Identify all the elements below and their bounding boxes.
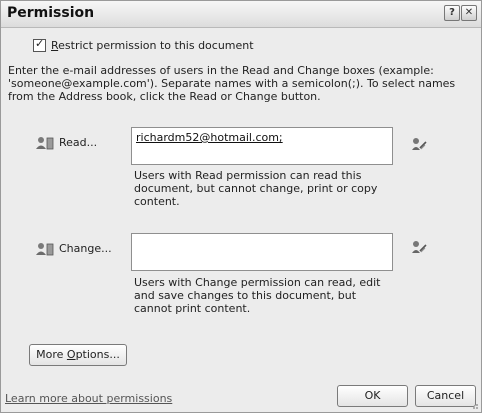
- restrict-permission-option[interactable]: ✓ Restrict permission to this document: [33, 36, 254, 52]
- change-address-book-icon[interactable]: [411, 240, 427, 254]
- read-permission-description: Users with Read permission can read this…: [134, 169, 378, 208]
- read-address-book-icon[interactable]: [411, 137, 427, 151]
- read-addresses-value: richardm52@hotmail.com;: [136, 131, 283, 144]
- read-person-icon[interactable]: [36, 136, 54, 150]
- change-addresses-input[interactable]: [131, 233, 393, 271]
- more-options-button[interactable]: More Options...: [29, 344, 127, 366]
- checkmark-icon: ✓: [35, 36, 45, 50]
- resize-grip-icon[interactable]: [469, 400, 479, 410]
- change-person-icon[interactable]: [36, 242, 54, 256]
- restrict-permission-checkbox[interactable]: ✓: [33, 36, 46, 52]
- read-button-label[interactable]: Read...: [59, 136, 97, 149]
- restrict-permission-label[interactable]: Restrict permission to this document: [51, 39, 254, 52]
- ok-button[interactable]: OK: [337, 385, 408, 407]
- cancel-button[interactable]: Cancel: [415, 385, 476, 407]
- learn-more-permissions-link[interactable]: Learn more about permissions: [5, 392, 172, 405]
- change-button-label[interactable]: Change...: [59, 242, 112, 255]
- title-bar: Permission ? ✕: [1, 1, 481, 28]
- dialog-title: Permission: [7, 5, 95, 21]
- permission-dialog: Permission ? ✕ ✓ Restrict permission to t…: [0, 0, 482, 413]
- instructions-text: Enter the e-mail addresses of users in t…: [8, 64, 456, 103]
- close-button[interactable]: ✕: [461, 5, 477, 21]
- read-addresses-input[interactable]: richardm52@hotmail.com;: [131, 127, 393, 165]
- change-permission-description: Users with Change permission can read, e…: [134, 276, 381, 315]
- help-button[interactable]: ?: [444, 5, 460, 21]
